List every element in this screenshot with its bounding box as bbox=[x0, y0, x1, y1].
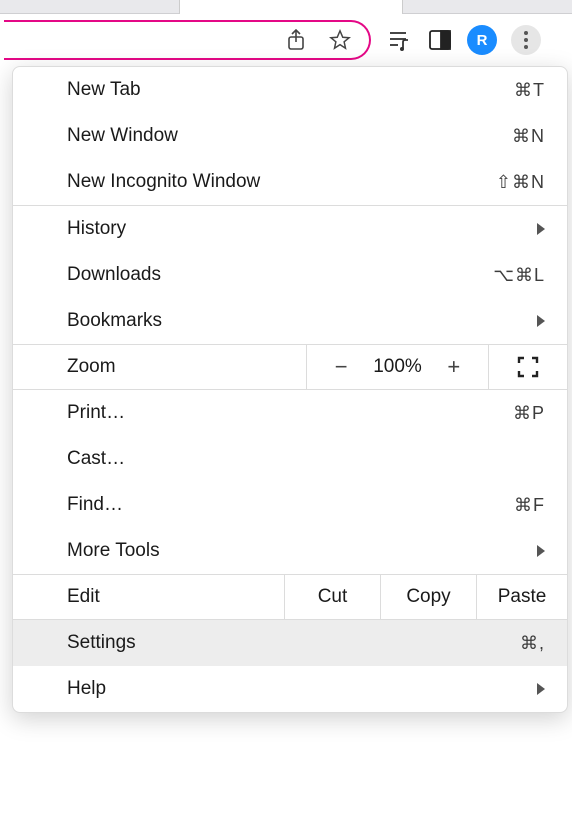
edit-paste-button[interactable]: Paste bbox=[477, 575, 567, 619]
menu-item-label: Settings bbox=[67, 632, 136, 654]
chevron-right-icon bbox=[537, 545, 545, 557]
menu-item-bookmarks[interactable]: Bookmarks bbox=[13, 298, 567, 344]
fullscreen-button[interactable] bbox=[489, 345, 567, 389]
menu-item-print[interactable]: Print… ⌘P bbox=[13, 390, 567, 436]
share-icon[interactable] bbox=[283, 27, 309, 53]
menu-shortcut: ⌘, bbox=[520, 633, 545, 654]
menu-item-label: Find… bbox=[67, 494, 123, 516]
menu-item-label: Bookmarks bbox=[67, 310, 162, 332]
menu-item-label: Downloads bbox=[67, 264, 161, 286]
menu-shortcut: ⌘P bbox=[513, 403, 545, 424]
menu-shortcut: ⇧⌘N bbox=[496, 172, 545, 193]
address-bar[interactable] bbox=[4, 20, 371, 60]
menu-shortcut: ⌘T bbox=[514, 80, 545, 101]
menu-item-settings[interactable]: Settings ⌘, bbox=[13, 620, 567, 666]
menu-item-label: New Incognito Window bbox=[67, 171, 260, 193]
menu-item-label: New Window bbox=[67, 125, 178, 147]
menu-item-label: Help bbox=[67, 678, 106, 700]
avatar-initial: R bbox=[477, 32, 488, 49]
active-tab[interactable] bbox=[180, 0, 402, 14]
menu-item-more-tools[interactable]: More Tools bbox=[13, 528, 567, 574]
edit-copy-button[interactable]: Copy bbox=[381, 575, 477, 619]
edit-paste-label: Paste bbox=[498, 586, 547, 608]
menu-item-edit: Edit Cut Copy Paste bbox=[13, 574, 567, 620]
menu-item-new-tab[interactable]: New Tab ⌘T bbox=[13, 67, 567, 113]
edit-label: Edit bbox=[67, 586, 100, 608]
menu-item-new-window[interactable]: New Window ⌘N bbox=[13, 113, 567, 159]
menu-item-zoom: Zoom − 100% + bbox=[13, 344, 567, 390]
menu-item-label: New Tab bbox=[67, 79, 141, 101]
edit-cut-label: Cut bbox=[318, 586, 348, 608]
chevron-right-icon bbox=[537, 223, 545, 235]
menu-shortcut: ⌘N bbox=[512, 126, 545, 147]
edit-cut-button[interactable]: Cut bbox=[285, 575, 381, 619]
inactive-tab-left[interactable] bbox=[0, 0, 180, 14]
profile-avatar[interactable]: R bbox=[467, 25, 497, 55]
zoom-out-button[interactable]: − bbox=[331, 354, 351, 380]
menu-item-downloads[interactable]: Downloads ⌥⌘L bbox=[13, 252, 567, 298]
chrome-menu-button[interactable] bbox=[511, 25, 541, 55]
menu-item-label: More Tools bbox=[67, 540, 160, 562]
menu-item-label: Print… bbox=[67, 402, 125, 424]
zoom-value: 100% bbox=[373, 356, 422, 378]
media-playlist-icon[interactable] bbox=[387, 27, 413, 53]
zoom-in-button[interactable]: + bbox=[444, 354, 464, 380]
chrome-menu: New Tab ⌘T New Window ⌘N New Incognito W… bbox=[12, 66, 568, 713]
inactive-tab-right[interactable] bbox=[402, 0, 572, 14]
side-panel-icon[interactable] bbox=[427, 27, 453, 53]
chevron-right-icon bbox=[537, 315, 545, 327]
menu-item-new-incognito[interactable]: New Incognito Window ⇧⌘N bbox=[13, 159, 567, 205]
menu-item-label: History bbox=[67, 218, 126, 240]
menu-item-cast[interactable]: Cast… bbox=[13, 436, 567, 482]
zoom-label: Zoom bbox=[67, 356, 116, 378]
menu-shortcut: ⌥⌘L bbox=[493, 265, 545, 286]
menu-item-label: Cast… bbox=[67, 448, 125, 470]
menu-item-help[interactable]: Help bbox=[13, 666, 567, 712]
menu-item-history[interactable]: History bbox=[13, 206, 567, 252]
chevron-right-icon bbox=[537, 683, 545, 695]
menu-shortcut: ⌘F bbox=[514, 495, 545, 516]
menu-item-find[interactable]: Find… ⌘F bbox=[13, 482, 567, 528]
edit-copy-label: Copy bbox=[406, 586, 450, 608]
star-icon[interactable] bbox=[327, 27, 353, 53]
